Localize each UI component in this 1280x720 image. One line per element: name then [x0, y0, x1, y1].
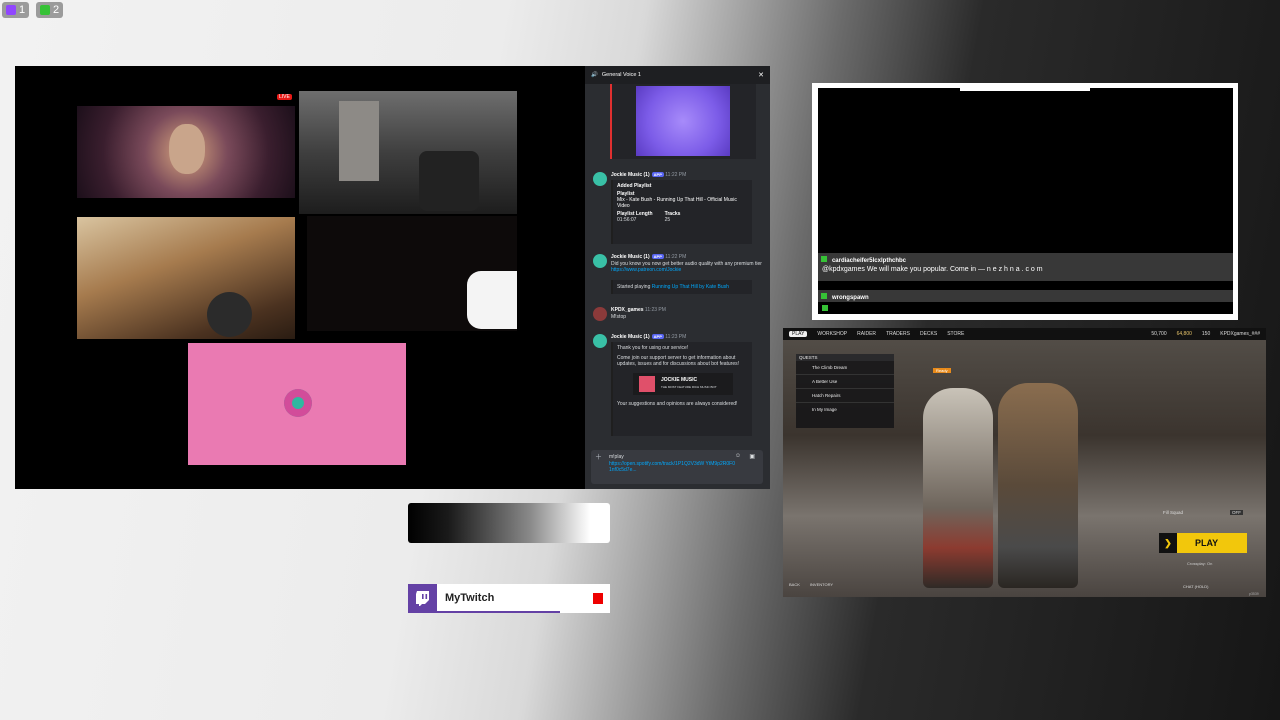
quest-item[interactable]: In My Image	[796, 403, 894, 416]
chat-user-icon	[821, 293, 827, 299]
live-badge: LIVE	[277, 94, 292, 100]
patreon-link[interactable]: https://www.patreon.com/Jockie	[611, 267, 681, 273]
dark-webcam-tile	[307, 216, 517, 331]
channel-name: General Voice 1	[601, 72, 641, 78]
close-icon[interactable]: ✕	[758, 71, 764, 79]
quest-item[interactable]: Hatch Repairs	[796, 389, 894, 403]
play-button[interactable]: ❯ PLAY	[1159, 533, 1247, 553]
jockie-banner: JOCKIE MUSIC THE MOST FEATURE RICH MUSIC…	[633, 373, 733, 395]
character-left	[923, 388, 993, 588]
discord-chat-panel: 🔊 General Voice 1 ✕ Jockie Music (1) APP …	[585, 66, 770, 489]
quest-item[interactable]: A Better Use	[796, 375, 894, 389]
pink-avatar-tile	[188, 343, 406, 465]
room-webcam-tile	[299, 91, 517, 214]
nav-raider[interactable]: RAIDER	[857, 331, 876, 337]
nav-play[interactable]: PLAY	[789, 331, 808, 337]
chat-row: @kpdxgames We will make you popular. Com…	[818, 265, 1233, 281]
jockie-logo-icon	[639, 376, 655, 392]
chat-message: Jockie Music (1) APP 11:22 PM Did you kno…	[593, 254, 762, 294]
chat-user-icon	[821, 256, 827, 262]
chat-message: KPDX_games 11:23 PM M!stop	[593, 307, 762, 325]
support-embed: Thank you for using our service! Come jo…	[611, 342, 752, 436]
play-arrow-icon: ❯	[1159, 533, 1177, 553]
kick-icon	[40, 5, 50, 15]
quests-panel: QUESTS The Climb Dream A Better Use Hatc…	[796, 354, 894, 428]
bot-avatar	[593, 334, 607, 348]
chat-message: Jockie Music (1) APP 11:22 PM Added Playl…	[593, 172, 762, 244]
fill-squad-toggle[interactable]: OFF	[1230, 510, 1243, 515]
mytwitch-card: MyTwitch	[408, 584, 610, 613]
message-input[interactable]: ＋ m!play https://open.spotify.com/track/…	[591, 450, 763, 484]
user-avatar	[593, 307, 607, 321]
purple-image-embed	[610, 84, 756, 159]
bot-avatar	[593, 254, 607, 268]
progress-bar	[437, 611, 560, 613]
avatar-face	[169, 124, 205, 174]
gradient-banner	[408, 503, 610, 543]
nav-workshop[interactable]: WORKSHOP	[817, 331, 847, 337]
playlist-embed: Added Playlist Playlist Mix - Kate Bush …	[611, 180, 752, 244]
speaker-icon: 🔊	[591, 72, 598, 78]
mytwitch-label: MyTwitch	[445, 592, 495, 604]
now-playing-embed: Started playing Running Up That Hill by …	[611, 280, 752, 294]
viewer-counter-kick: 2	[36, 2, 64, 18]
gif-icon[interactable]: ▣	[749, 453, 755, 460]
user-avatar	[284, 389, 312, 417]
character-right	[998, 383, 1078, 588]
anime-avatar-tile	[77, 106, 295, 198]
twitch-icon	[408, 584, 437, 613]
emoji-icon[interactable]: ☺	[735, 453, 741, 459]
bot-avatar	[593, 172, 607, 186]
nav-store[interactable]: STORE	[947, 331, 964, 337]
back-button[interactable]: BACK	[789, 582, 800, 587]
inventory-button[interactable]: INVENTORY	[810, 582, 833, 587]
ready-badge: Ready	[933, 368, 951, 373]
quest-item[interactable]: The Climb Dream	[796, 361, 894, 375]
person-webcam-tile	[77, 217, 295, 339]
video-call-panel: LIVE	[15, 66, 585, 489]
game-top-nav: PLAY WORKSHOP RAIDER TRADERS DECKS STORE…	[783, 328, 1266, 340]
twitch-icon	[6, 5, 16, 15]
chat-message: Jockie Music (1) APP 11:23 PM Thank you f…	[593, 334, 762, 436]
nav-traders[interactable]: TRADERS	[886, 331, 910, 337]
discord-channel-bar: 🔊 General Voice 1 ✕	[585, 66, 770, 84]
game-capture: PLAY WORKSHOP RAIDER TRADERS DECKS STORE…	[783, 328, 1266, 597]
viewer-counter-twitch: 1	[2, 2, 30, 18]
nav-decks[interactable]: DECKS	[920, 331, 937, 337]
chat-row: wrongspawn	[818, 290, 1233, 302]
chat-row: cardiacheifer5lcxlpthchbc	[818, 253, 1233, 265]
add-attachment-icon[interactable]: ＋	[595, 452, 602, 462]
record-indicator-icon	[593, 593, 603, 604]
